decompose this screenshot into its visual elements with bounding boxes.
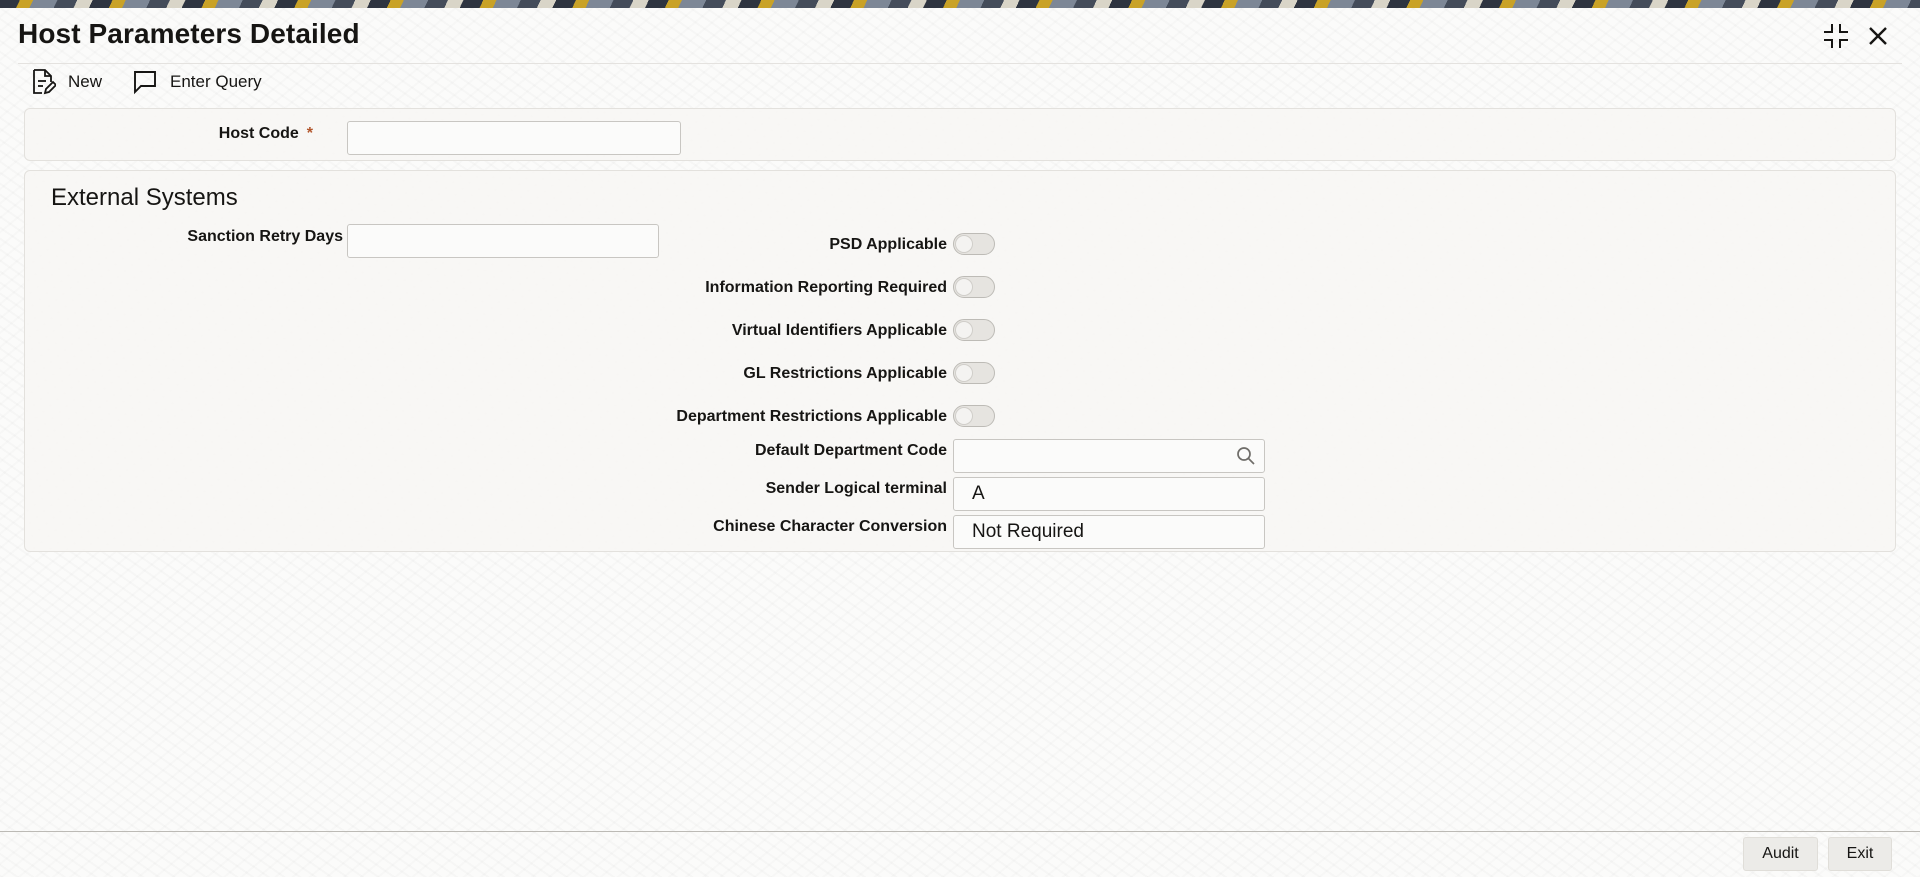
toggle-knob — [956, 322, 972, 338]
close-icon — [1869, 27, 1887, 45]
sender-logical-terminal-label: Sender Logical terminal — [765, 480, 947, 497]
required-marker: * — [306, 125, 313, 142]
department-restrictions-applicable-toggle[interactable] — [953, 405, 995, 427]
host-code-panel: Host Code * — [24, 108, 1896, 161]
host-code-label: Host Code * — [219, 125, 313, 143]
chinese-character-conversion-label: Chinese Character Conversion — [713, 518, 947, 535]
window-controls — [1822, 22, 1892, 50]
default-department-code-input[interactable] — [953, 439, 1265, 473]
psd-applicable-label: PSD Applicable — [829, 236, 947, 253]
header-banner-strip — [0, 0, 1920, 8]
chinese-character-conversion-select[interactable]: Not Required — [953, 515, 1265, 549]
gl-restrictions-applicable-toggle[interactable] — [953, 362, 995, 384]
page-title: Host Parameters Detailed — [18, 18, 360, 49]
host-code-label-text: Host Code — [218, 125, 299, 142]
new-button-label: New — [68, 72, 103, 91]
virtual-identifiers-applicable-toggle[interactable] — [953, 319, 995, 341]
psd-applicable-toggle[interactable] — [953, 233, 995, 255]
gl-restrictions-applicable-label: GL Restrictions Applicable — [743, 365, 947, 382]
audit-button[interactable]: Audit — [1743, 837, 1818, 871]
new-document-icon — [33, 69, 56, 95]
new-button[interactable]: New — [30, 67, 102, 97]
toggle-knob — [956, 279, 972, 295]
chat-bubble-icon — [134, 71, 156, 95]
sanction-retry-days-label: Sanction Retry Days — [187, 228, 343, 245]
sender-logical-terminal-select[interactable]: A — [953, 477, 1265, 511]
section-title-external-systems: External Systems — [51, 184, 238, 211]
search-icon[interactable] — [1236, 446, 1256, 466]
information-reporting-required-toggle[interactable] — [953, 276, 995, 298]
collapse-icon — [1824, 24, 1848, 48]
sanction-retry-days-input[interactable] — [347, 224, 659, 258]
collapse-button[interactable] — [1822, 22, 1850, 50]
toggle-knob — [956, 408, 972, 424]
exit-button[interactable]: Exit — [1828, 837, 1892, 871]
close-button[interactable] — [1864, 22, 1892, 50]
virtual-identifiers-applicable-label: Virtual Identifiers Applicable — [731, 322, 947, 339]
default-department-code-label: Default Department Code — [754, 442, 947, 459]
information-reporting-required-label: Information Reporting Required — [705, 279, 947, 296]
host-code-input[interactable] — [347, 121, 681, 155]
footer-divider — [0, 831, 1920, 832]
toolbar: New Enter Query — [30, 67, 262, 97]
department-restrictions-applicable-label: Department Restrictions Applicable — [676, 408, 947, 425]
title-divider — [18, 63, 1902, 64]
external-systems-panel: External Systems Sanction Retry Days PSD… — [24, 170, 1896, 552]
toggle-knob — [956, 365, 972, 381]
enter-query-button-label: Enter Query — [170, 72, 262, 91]
toggle-knob — [956, 236, 972, 252]
enter-query-button[interactable]: Enter Query — [132, 67, 262, 97]
